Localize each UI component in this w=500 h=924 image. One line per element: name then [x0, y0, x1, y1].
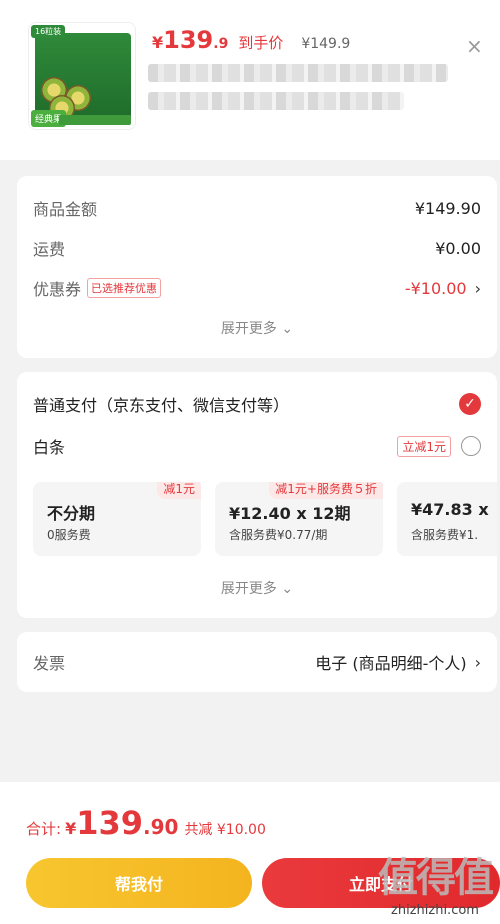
plan-subtitle: 含服务费¥0.77/期 [229, 528, 328, 542]
coupon-label: 优惠券 [33, 280, 82, 299]
close-icon[interactable]: × [466, 34, 483, 58]
invoice-card[interactable]: 发票 电子 (商品明细-个人) › [17, 632, 497, 692]
coupon-chip: 已选推荐优惠 [87, 278, 162, 298]
total-saved: 共减 ¥10.00 [184, 822, 266, 838]
baitiao-label: 白条 [33, 438, 66, 457]
original-price: ¥149.9 [301, 36, 351, 52]
plan-subtitle: 含服务费¥1. [411, 528, 479, 542]
thumb-info-bar [59, 115, 131, 125]
shipping-value: ¥0.00 [435, 238, 481, 258]
invoice-value: 电子 (商品明细-个人) [315, 654, 467, 673]
coupon-row[interactable]: 优惠券 已选推荐优惠 -¥10.00 › [33, 276, 481, 300]
baitiao-row[interactable]: 白条 立减1元 [33, 434, 481, 458]
plan-ribbon: 减1元 [157, 482, 201, 499]
plan-title: ¥12.40 x 12期 [229, 504, 351, 523]
price-line: ¥ 139 .9 到手价 ¥149.9 [152, 26, 350, 54]
goods-amount-value: ¥149.90 [414, 198, 481, 218]
price-label: 到手价 [238, 34, 284, 52]
check-selected-icon[interactable]: ✓ [459, 393, 481, 415]
price-integer: 139 [163, 26, 214, 54]
currency-symbol: ¥ [152, 33, 164, 52]
product-thumbnail[interactable]: 16粒装 经典果 [28, 22, 136, 130]
plan-option[interactable]: ¥47.83 x 含服务费¥1. [397, 482, 497, 556]
checkout-footer: 合计: ¥ 139 .90 共减 ¥10.00 帮我付 立即支付 值得值 zhi… [0, 782, 500, 924]
watermark-url: zhizhizhi.com [391, 903, 479, 918]
normal-payment-label: 普通支付（京东支付、微信支付等） [33, 396, 290, 415]
total-currency: ¥ [65, 819, 77, 838]
total-decimal: .90 [143, 815, 179, 839]
invoice-label: 发票 [33, 654, 66, 673]
total-line: 合计: ¥ 139 .90 共减 ¥10.00 [26, 804, 266, 842]
plan-title: 不分期 [47, 504, 96, 523]
blurred-product-spec [148, 92, 404, 110]
total-integer: 139 [76, 804, 143, 842]
normal-payment-row[interactable]: 普通支付（京东支付、微信支付等） ✓ [33, 392, 481, 416]
plan-ribbon: 减1元+服务费５折 [269, 482, 383, 499]
watermark-logo: 值得值 zhizhizhi.com [378, 845, 494, 918]
payment-card: 普通支付（京东支付、微信支付等） ✓ 白条 立减1元 减1元 不分期 0服务费 … [17, 372, 497, 618]
invoice-row[interactable]: 发票 电子 (商品明细-个人) › [33, 650, 481, 674]
installment-plans: 减1元 不分期 0服务费 减1元+服务费５折 ¥12.40 x 12期 含服务费… [33, 482, 497, 556]
help-me-pay-button[interactable]: 帮我付 [26, 858, 252, 908]
coupon-value: -¥10.00 [404, 278, 467, 298]
chevron-right-icon: › [474, 278, 481, 298]
thumb-count-tag: 16粒装 [31, 25, 66, 38]
plan-option[interactable]: 减1元 不分期 0服务费 [33, 482, 201, 556]
order-summary-card: 商品金额 ¥149.90 运费 ¥0.00 优惠券 已选推荐优惠 -¥10.00… [17, 176, 497, 358]
goods-amount-label: 商品金额 [33, 200, 98, 219]
summary-expand-more[interactable]: 展开更多 ⌄ [17, 318, 497, 338]
shipping-label: 运费 [33, 240, 66, 259]
total-label: 合计: [26, 820, 62, 838]
baitiao-discount-chip: 立减1元 [397, 435, 451, 457]
price-decimal: .9 [213, 36, 229, 52]
plan-option[interactable]: 减1元+服务费５折 ¥12.40 x 12期 含服务费¥0.77/期 [215, 482, 383, 556]
goods-amount-row: 商品金额 ¥149.90 [33, 196, 481, 220]
product-header: 16粒装 经典果 ¥ 139 .9 到手价 ¥149.9 × [0, 0, 500, 160]
baitiao-radio[interactable] [461, 436, 481, 456]
payment-expand-more[interactable]: 展开更多 ⌄ [17, 578, 497, 598]
plan-title: ¥47.83 x [411, 500, 489, 519]
shipping-row: 运费 ¥0.00 [33, 236, 481, 260]
chevron-right-icon: › [474, 652, 481, 672]
blurred-product-title [148, 64, 448, 82]
watermark-title: 值得值 [378, 855, 494, 901]
plan-subtitle: 0服务费 [47, 528, 91, 542]
